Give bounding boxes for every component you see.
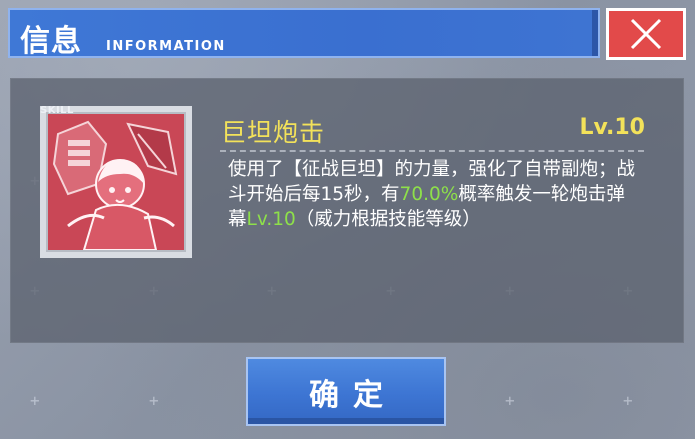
skill-level: Lv.10 — [579, 115, 645, 140]
confirm-button[interactable]: 确定 — [246, 357, 446, 426]
confirm-label: 确定 — [309, 377, 397, 413]
desc-chance: 70.0% — [399, 184, 459, 205]
skill-name: 巨坦炮击 — [221, 118, 326, 147]
skill-tag: SKILL — [40, 105, 74, 116]
plus-decoration: + — [623, 391, 633, 410]
skill-icon-frame — [40, 106, 192, 258]
plus-decoration: + — [30, 391, 40, 410]
divider — [220, 150, 644, 152]
close-button[interactable] — [606, 8, 686, 60]
desc-level: Lv.10 — [246, 209, 296, 230]
dialog-title: 信息 — [20, 24, 82, 59]
plus-decoration: + — [505, 391, 515, 410]
dialog-subtitle: INFORMATION — [106, 39, 226, 54]
desc-text: （威力根据技能等级） — [295, 209, 481, 230]
plus-decoration: + — [149, 391, 159, 410]
close-icon — [630, 18, 662, 50]
dialog-title-bar: 信息 INFORMATION — [8, 8, 600, 59]
skill-portrait-icon — [46, 112, 186, 252]
skill-description: 使用了【征战巨坦】的力量，强化了自带副炮；战斗开始后每15秒，有70.0%概率触… — [228, 157, 638, 232]
